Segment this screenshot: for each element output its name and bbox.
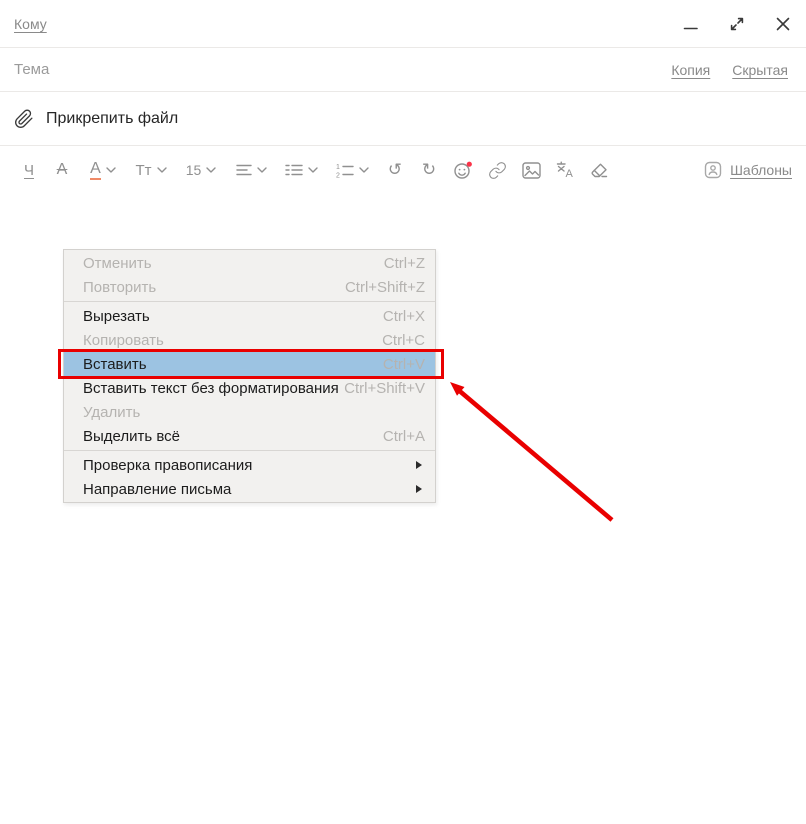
paperclip-icon — [15, 109, 33, 128]
formatting-toolbar: Ч A A Tт 15 1 2 ↺ ↻ A Шаблоны — [0, 146, 806, 194]
menu-item-label: Проверка правописания — [83, 456, 253, 474]
menu-item-label: Вырезать — [83, 307, 150, 325]
templates-icon — [704, 161, 722, 179]
menu-item-label: Повторить — [83, 278, 157, 296]
menu-item-shortcut: Ctrl+X — [382, 307, 425, 325]
translate-icon: A — [556, 161, 573, 179]
menu-item-redo[interactable]: Повторить Ctrl+Shift+Z — [64, 275, 435, 299]
menu-item-label: Направление письма — [83, 480, 232, 498]
chevron-down-icon — [206, 167, 216, 173]
menu-item-delete[interactable]: Удалить — [64, 400, 435, 424]
redo-icon: ↻ — [421, 159, 437, 180]
font-family-icon: Tт — [135, 161, 152, 179]
menu-item-cut[interactable]: Вырезать Ctrl+X — [64, 304, 435, 328]
to-field-label[interactable]: Кому — [14, 16, 47, 32]
menu-item-shortcut: Ctrl+C — [382, 331, 425, 349]
clear-formatting-button[interactable] — [582, 154, 616, 186]
insert-link-button[interactable] — [480, 154, 514, 186]
menu-item-label: Вставить текст без форматирования — [83, 379, 339, 397]
menu-item-label: Копировать — [83, 331, 164, 349]
templates-button[interactable]: Шаблоны — [704, 161, 792, 179]
expand-button[interactable] — [728, 15, 746, 33]
insert-image-button[interactable] — [514, 154, 548, 186]
svg-text:2: 2 — [336, 172, 340, 178]
align-icon — [235, 164, 252, 176]
templates-label: Шаблоны — [730, 162, 792, 178]
menu-item-label: Отменить — [83, 254, 152, 272]
menu-item-label: Удалить — [83, 403, 141, 421]
undo-button[interactable]: ↺ — [378, 154, 412, 186]
menu-item-shortcut: Ctrl+Z — [383, 254, 425, 272]
context-menu: Отменить Ctrl+Z Повторить Ctrl+Shift+Z В… — [63, 249, 436, 503]
notification-dot — [466, 161, 472, 167]
chevron-down-icon — [358, 167, 369, 173]
attach-file-label: Прикрепить файл — [46, 109, 179, 127]
numbered-list-icon: 1 2 — [336, 164, 354, 178]
menu-item-spellcheck[interactable]: Проверка правописания — [64, 453, 435, 477]
bcc-link[interactable]: Скрытая — [732, 62, 788, 78]
chevron-down-icon — [307, 167, 318, 173]
bullet-list-icon — [284, 164, 303, 176]
chevron-down-icon — [256, 167, 267, 173]
cc-link[interactable]: Копия — [671, 62, 710, 78]
font-size-value: 15 — [185, 162, 202, 178]
emoji-button[interactable] — [446, 154, 480, 186]
font-family-button[interactable]: Tт — [126, 154, 176, 186]
image-icon — [521, 161, 541, 179]
redo-button[interactable]: ↻ — [412, 154, 446, 186]
text-color-button[interactable]: A — [80, 154, 126, 186]
menu-item-shortcut: Ctrl+V — [382, 355, 425, 373]
menu-separator — [64, 301, 435, 302]
menu-item-shortcut: Ctrl+Shift+V — [344, 379, 425, 397]
bullet-list-button[interactable] — [276, 154, 326, 186]
eraser-icon — [591, 163, 608, 177]
strikethrough-button[interactable]: A — [44, 154, 80, 186]
subject-input[interactable]: Тема — [14, 61, 49, 78]
close-icon — [776, 17, 790, 30]
window-controls — [682, 15, 792, 33]
menu-item-shortcut: Ctrl+A — [382, 427, 425, 445]
attach-file-row[interactable]: Прикрепить файл — [0, 92, 806, 146]
menu-item-paste[interactable]: Вставить Ctrl+V — [64, 352, 435, 376]
menu-item-label: Вставить — [83, 355, 147, 373]
minimize-button[interactable] — [682, 15, 700, 33]
numbered-list-button[interactable]: 1 2 — [326, 154, 378, 186]
strikethrough-icon: A — [56, 161, 68, 178]
menu-item-select-all[interactable]: Выделить всё Ctrl+A — [64, 424, 435, 448]
chevron-down-icon — [106, 167, 116, 173]
link-icon — [488, 161, 506, 179]
submenu-arrow-icon — [416, 461, 422, 469]
compose-to-row: Кому — [0, 0, 806, 48]
font-size-button[interactable]: 15 — [176, 154, 226, 186]
menu-item-paste-plain[interactable]: Вставить текст без форматирования Ctrl+S… — [64, 376, 435, 400]
minimize-icon — [683, 27, 698, 29]
menu-item-copy[interactable]: Копировать Ctrl+C — [64, 328, 435, 352]
chevron-down-icon — [156, 167, 167, 173]
svg-text:1: 1 — [336, 164, 340, 171]
svg-text:A: A — [565, 168, 573, 179]
emoji-icon — [454, 161, 472, 179]
text-color-icon: A — [90, 160, 101, 180]
expand-icon — [730, 17, 744, 30]
underline-button[interactable]: Ч — [14, 154, 44, 186]
menu-separator — [64, 450, 435, 451]
menu-item-label: Выделить всё — [83, 427, 181, 445]
compose-subject-row: Тема Копия Скрытая — [0, 48, 806, 92]
align-button[interactable] — [226, 154, 276, 186]
submenu-arrow-icon — [416, 485, 422, 493]
cc-bcc-links: Копия Скрытая — [671, 62, 788, 78]
menu-item-text-direction[interactable]: Направление письма — [64, 477, 435, 501]
translate-button[interactable]: A — [548, 154, 582, 186]
menu-item-shortcut: Ctrl+Shift+Z — [344, 278, 425, 296]
undo-icon: ↺ — [387, 159, 403, 180]
close-button[interactable] — [774, 15, 792, 33]
underline-icon: Ч — [24, 161, 34, 179]
menu-item-undo[interactable]: Отменить Ctrl+Z — [64, 251, 435, 275]
